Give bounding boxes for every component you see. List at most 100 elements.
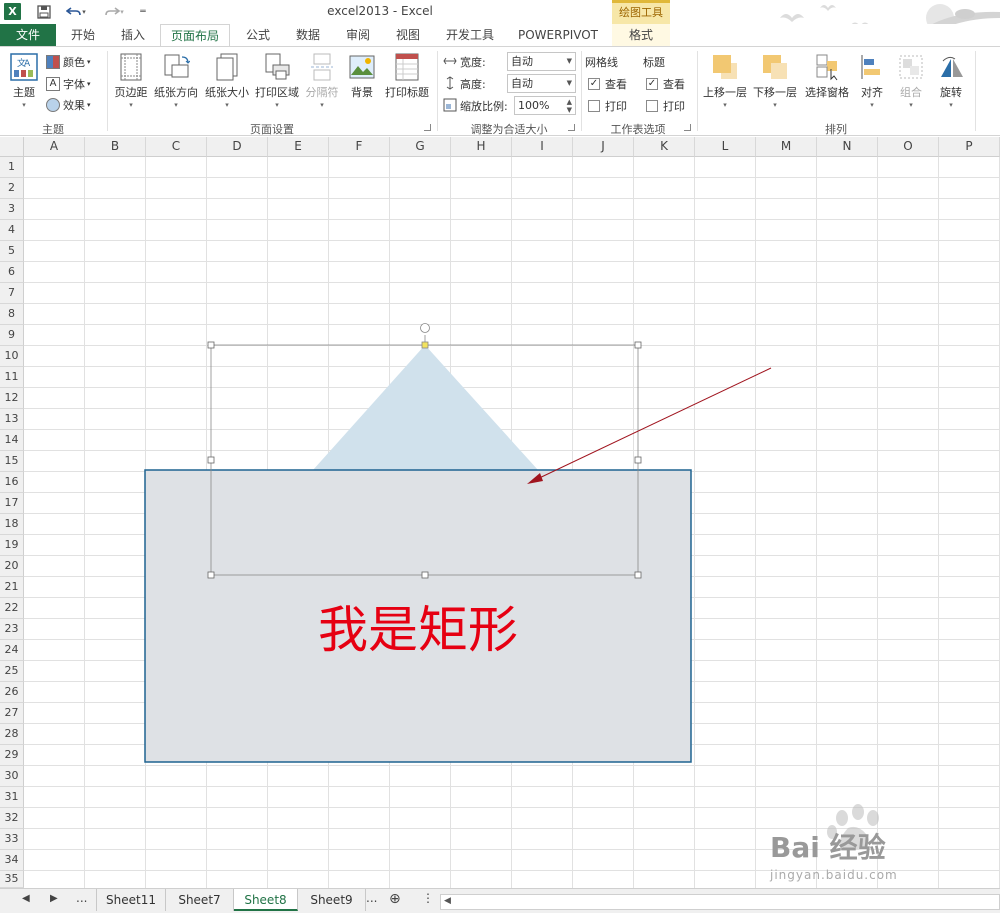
align-button[interactable]: 对齐 ▾ xyxy=(856,53,888,109)
column-header[interactable]: G xyxy=(390,137,451,157)
tab-home[interactable]: 开始 xyxy=(58,24,108,46)
row-header[interactable]: 33 xyxy=(0,829,24,850)
row-header[interactable]: 17 xyxy=(0,493,24,514)
row-header[interactable]: 1 xyxy=(0,157,24,178)
margins-button[interactable]: 页边距 ▾ xyxy=(111,53,151,109)
theme-colors-button[interactable]: 颜色 ▾ xyxy=(46,53,91,71)
tab-data[interactable]: 数据 xyxy=(284,24,332,46)
sheet-tab-active[interactable]: Sheet8 xyxy=(234,889,298,911)
row-header[interactable]: 32 xyxy=(0,808,24,829)
row-header[interactable]: 11 xyxy=(0,367,24,388)
scale-launcher-icon[interactable] xyxy=(568,124,575,131)
column-header[interactable]: E xyxy=(268,137,329,157)
column-header[interactable]: B xyxy=(85,137,146,157)
tab-formulas[interactable]: 公式 xyxy=(234,24,282,46)
row-header[interactable]: 13 xyxy=(0,409,24,430)
row-header[interactable]: 29 xyxy=(0,745,24,766)
row-header[interactable]: 21 xyxy=(0,577,24,598)
tab-insert[interactable]: 插入 xyxy=(110,24,156,46)
row-header[interactable]: 2 xyxy=(0,178,24,199)
themes-button[interactable]: 文A 主题 ▾ xyxy=(6,53,42,109)
rotate-button[interactable]: 旋转 ▾ xyxy=(934,53,968,109)
send-backward-button[interactable]: 下移一层 ▾ xyxy=(751,53,799,109)
row-header[interactable]: 5 xyxy=(0,241,24,262)
select-all-corner[interactable] xyxy=(0,137,24,157)
tab-file[interactable]: 文件 xyxy=(0,24,56,46)
row-header[interactable]: 30 xyxy=(0,766,24,787)
height-combobox[interactable]: 自动 ▼ xyxy=(507,74,576,93)
scroll-left-icon[interactable]: ◀ xyxy=(444,896,451,906)
row-header[interactable]: 16 xyxy=(0,472,24,493)
column-header[interactable]: A xyxy=(24,137,85,157)
sheet-tab[interactable]: Sheet7 xyxy=(166,889,234,911)
sheet-tab[interactable]: Sheet11 xyxy=(96,889,166,911)
column-header[interactable]: I xyxy=(512,137,573,157)
tab-page-layout[interactable]: 页面布局 xyxy=(160,24,230,47)
orientation-button[interactable]: 纸张方向 ▾ xyxy=(152,53,200,109)
row-header[interactable]: 4 xyxy=(0,220,24,241)
column-header[interactable]: N xyxy=(817,137,878,157)
tab-developer[interactable]: 开发工具 xyxy=(436,24,504,46)
column-header[interactable]: F xyxy=(329,137,390,157)
column-header[interactable]: K xyxy=(634,137,695,157)
tab-view[interactable]: 视图 xyxy=(384,24,432,46)
row-header[interactable]: 19 xyxy=(0,535,24,556)
row-header[interactable]: 8 xyxy=(0,304,24,325)
row-header[interactable]: 27 xyxy=(0,703,24,724)
gridlines-view-checkbox[interactable]: ✓ 查看 xyxy=(588,76,627,92)
width-combobox[interactable]: 自动 ▼ xyxy=(507,52,576,71)
column-header[interactable]: M xyxy=(756,137,817,157)
headings-view-checkbox[interactable]: ✓ 查看 xyxy=(646,76,685,92)
row-header[interactable]: 10 xyxy=(0,346,24,367)
row-header[interactable]: 24 xyxy=(0,640,24,661)
print-titles-button[interactable]: 打印标题 xyxy=(382,53,432,100)
row-header[interactable]: 20 xyxy=(0,556,24,577)
rectangle-text[interactable]: 我是矩形 xyxy=(145,590,691,662)
row-header[interactable]: 18 xyxy=(0,514,24,535)
horizontal-scrollbar[interactable]: ◀ xyxy=(440,894,1000,910)
theme-fonts-button[interactable]: A 字体 ▾ xyxy=(46,75,91,93)
print-area-button[interactable]: 打印区域 ▾ xyxy=(253,53,301,109)
splitter-handle-icon[interactable]: ⋮ xyxy=(422,891,434,905)
row-header[interactable]: 22 xyxy=(0,598,24,619)
row-header[interactable]: 25 xyxy=(0,661,24,682)
row-header[interactable]: 9 xyxy=(0,325,24,346)
row-header[interactable]: 15 xyxy=(0,451,24,472)
column-header[interactable]: H xyxy=(451,137,512,157)
column-header[interactable]: O xyxy=(878,137,939,157)
row-header[interactable]: 7 xyxy=(0,283,24,304)
worksheet-cells[interactable] xyxy=(24,157,1000,888)
scale-spinner[interactable]: 100% ▲ ▼ xyxy=(514,96,576,115)
column-header[interactable]: J xyxy=(573,137,634,157)
row-header[interactable]: 14 xyxy=(0,430,24,451)
size-button[interactable]: 纸张大小 ▾ xyxy=(203,53,251,109)
column-header[interactable]: P xyxy=(939,137,1000,157)
sheet-more-right[interactable]: ... xyxy=(366,891,377,905)
row-header[interactable]: 28 xyxy=(0,724,24,745)
add-sheet-icon[interactable]: ⊕ xyxy=(389,891,401,907)
row-header[interactable]: 31 xyxy=(0,787,24,808)
sheet-options-launcher-icon[interactable] xyxy=(684,124,691,131)
row-header[interactable]: 34 xyxy=(0,850,24,871)
sheet-more-left[interactable]: ... xyxy=(76,891,87,905)
row-header[interactable]: 26 xyxy=(0,682,24,703)
background-button[interactable]: 背景 xyxy=(344,53,380,100)
row-header[interactable]: 6 xyxy=(0,262,24,283)
bring-forward-button[interactable]: 上移一层 ▾ xyxy=(701,53,749,109)
tab-powerpivot[interactable]: POWERPIVOT xyxy=(508,24,608,46)
column-header[interactable]: C xyxy=(146,137,207,157)
breaks-button[interactable]: 分隔符 ▾ xyxy=(303,53,341,109)
sheet-prev-icon[interactable]: ◀ xyxy=(22,893,30,904)
row-header[interactable]: 3 xyxy=(0,199,24,220)
sheet-tab[interactable]: Sheet9 xyxy=(298,889,366,911)
tab-format[interactable]: 格式 xyxy=(612,24,670,46)
row-header[interactable]: 35 xyxy=(0,871,24,888)
column-header[interactable]: L xyxy=(695,137,756,157)
column-header[interactable]: D xyxy=(207,137,268,157)
row-header[interactable]: 23 xyxy=(0,619,24,640)
sheet-next-icon[interactable]: ▶ xyxy=(50,893,58,904)
group-button[interactable]: 组合 ▾ xyxy=(894,53,928,109)
headings-print-checkbox[interactable]: 打印 xyxy=(646,98,685,114)
selection-pane-button[interactable]: 选择窗格 xyxy=(802,53,852,100)
tab-review[interactable]: 审阅 xyxy=(334,24,382,46)
